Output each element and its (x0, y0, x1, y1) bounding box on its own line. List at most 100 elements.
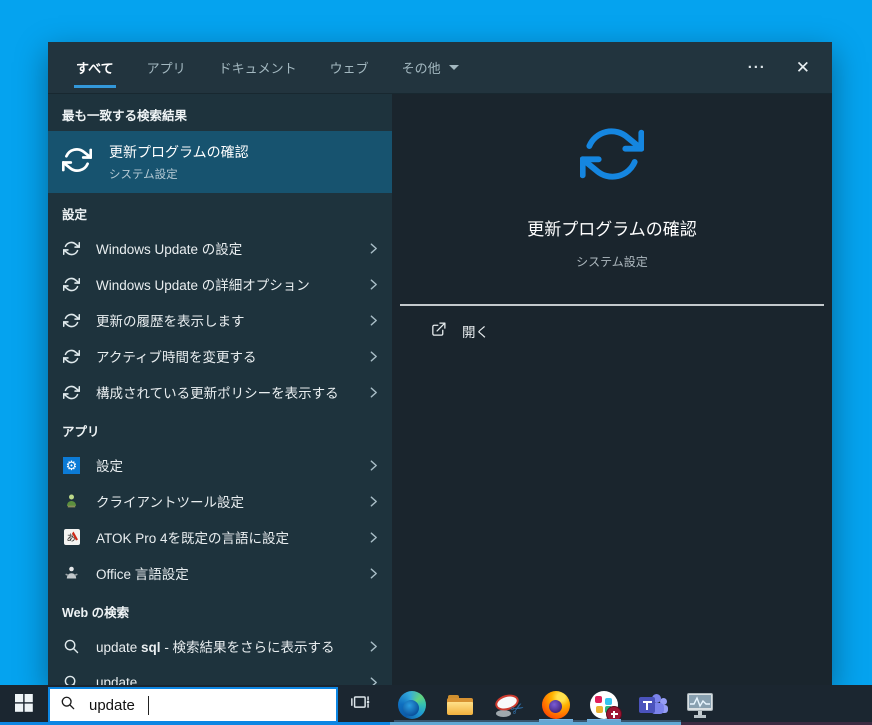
windows-logo-icon (15, 693, 33, 717)
task-view-icon (350, 692, 372, 719)
preview-pane: 更新プログラムの確認 システム設定 開く (392, 94, 832, 685)
sync-icon (62, 312, 81, 329)
firefox-icon (542, 691, 570, 719)
result-label: アクティブ時間を変更する (96, 350, 257, 365)
microsoft-teams-taskbar-button[interactable] (628, 685, 676, 725)
results-pane: 最も一致する検索結果 更新プログラムの確認 システム設定 設定 Windows U… (48, 94, 392, 690)
snipping-tool-taskbar-button[interactable]: ✂ (484, 685, 532, 725)
app-with-plus-badge-taskbar-button[interactable] (580, 685, 628, 725)
taskbar-search-input[interactable]: update (48, 687, 338, 723)
section-header: アプリ (62, 425, 100, 439)
chevron-right-icon (367, 386, 380, 399)
search-flyout: すべて アプリ ドキュメント ウェブ その他 ··· ✕ 最も一致する検索結果 更新プロ… (48, 42, 832, 690)
flyout-body: 最も一致する検索結果 更新プログラムの確認 システム設定 設定 Windows U… (48, 94, 832, 690)
gear-app-icon: ⚙ (62, 456, 81, 474)
result-row[interactable]: クライアントツール設定 (48, 483, 392, 519)
result-label: Office 言語設定 (96, 567, 189, 582)
app-with-plus-badge-icon (590, 691, 622, 722)
search-tabbar: すべて アプリ ドキュメント ウェブ その他 ··· ✕ (48, 42, 832, 94)
chevron-right-icon (367, 459, 380, 472)
tab-apps[interactable]: アプリ (147, 42, 186, 93)
sync-icon-large (579, 122, 645, 191)
section-header: 設定 (62, 208, 88, 222)
sync-icon (62, 348, 81, 365)
tab-label: すべて (76, 61, 114, 76)
result-label: 設定 (96, 459, 123, 474)
tab-label: アプリ (146, 61, 186, 76)
result-label: クライアントツール設定 (96, 495, 244, 510)
tab-web[interactable]: ウェブ (330, 42, 369, 93)
chevron-right-icon (367, 640, 380, 653)
result-row[interactable]: Windows Update の設定 (48, 230, 392, 266)
chevron-right-icon (367, 350, 380, 363)
snipping-tool-icon: ✂ (493, 691, 528, 720)
chevron-right-icon (367, 495, 380, 508)
chevron-right-icon (367, 567, 380, 580)
best-match-result[interactable]: 更新プログラムの確認 システム設定 (48, 131, 392, 193)
system-monitor-taskbar-button[interactable] (676, 685, 724, 725)
result-sections: 設定 Windows Update の設定 Windows Update の詳細オプ… (48, 193, 392, 700)
tabs-group: すべて アプリ ドキュメント ウェブ その他 (74, 42, 492, 93)
tab-label: ドキュメント (218, 61, 297, 76)
office-lang-icon (62, 565, 81, 581)
result-row[interactable]: 構成されている更新ポリシーを表示する (48, 374, 392, 410)
search-icon (62, 638, 81, 655)
sync-icon (62, 384, 81, 401)
sync-icon (62, 240, 81, 257)
result-label: Windows Update の詳細オプション (96, 278, 310, 293)
result-label: Windows Update の設定 (96, 242, 243, 257)
tabbar-actions: ··· ✕ (748, 58, 810, 78)
open-external-icon (430, 321, 447, 341)
task-view-button[interactable] (340, 685, 382, 725)
tab-more[interactable]: その他 (402, 42, 459, 93)
close-icon[interactable]: ✕ (796, 58, 810, 78)
best-match-subtitle: システム設定 (109, 169, 178, 181)
search-icon (60, 695, 76, 716)
result-row[interactable]: Office 言語設定 (48, 555, 392, 591)
microsoft-edge-icon (398, 691, 426, 719)
result-label: 構成されている更新ポリシーを表示する (96, 386, 339, 401)
microsoft-edge-taskbar-button[interactable] (388, 685, 436, 725)
file-explorer-icon (447, 695, 473, 715)
chevron-right-icon (367, 531, 380, 544)
chevron-right-icon (367, 278, 380, 291)
chevron-right-icon (367, 314, 380, 327)
best-match-text: 更新プログラムの確認 システム設定 (109, 142, 249, 182)
best-match-header: 最も一致する検索結果 (62, 109, 188, 123)
open-action[interactable]: 開く (430, 321, 489, 341)
client-tool-icon (62, 493, 81, 509)
preview-divider (400, 304, 824, 306)
firefox-taskbar-button[interactable] (532, 685, 580, 725)
result-row[interactable]: 更新の履歴を表示します (48, 302, 392, 338)
taskbar: update ✂ (0, 685, 872, 725)
preview-subtitle: システム設定 (576, 255, 648, 269)
result-row[interactable]: ⚙ 設定 (48, 447, 392, 483)
result-row[interactable]: update sql - 検索結果をさらに表示する (48, 628, 392, 664)
sync-icon (61, 145, 93, 180)
open-action-label: 開く (462, 325, 489, 340)
file-explorer-taskbar-button[interactable] (436, 685, 484, 725)
more-options-button[interactable]: ··· (748, 59, 766, 76)
section-header: Web の検索 (62, 606, 130, 620)
microsoft-teams-icon (637, 692, 668, 718)
system-monitor-icon (687, 692, 713, 718)
result-row[interactable]: Windows Update の詳細オプション (48, 266, 392, 302)
start-button[interactable] (0, 685, 48, 725)
search-input-value: update (89, 696, 135, 714)
chevron-right-icon (367, 242, 380, 255)
taskbar-app-icons: ✂ (388, 685, 724, 725)
result-row[interactable]: アクティブ時間を変更する (48, 338, 392, 374)
tab-documents[interactable]: ドキュメント (219, 42, 297, 93)
chevron-down-icon (448, 65, 459, 70)
result-label: update sql - 検索結果をさらに表示する (96, 640, 335, 655)
text-cursor (147, 695, 150, 715)
sync-icon (62, 276, 81, 293)
tab-label: その他 (401, 61, 441, 76)
tab-all[interactable]: すべて (74, 42, 116, 93)
best-match-title: 更新プログラムの確認 (109, 144, 249, 160)
preview-title: 更新プログラムの確認 (527, 220, 697, 239)
result-row[interactable]: あ ATOK Pro 4を既定の言語に設定 (48, 519, 392, 555)
tab-label: ウェブ (329, 61, 369, 76)
result-label: ATOK Pro 4を既定の言語に設定 (96, 531, 290, 546)
atok-icon: あ (62, 529, 81, 545)
